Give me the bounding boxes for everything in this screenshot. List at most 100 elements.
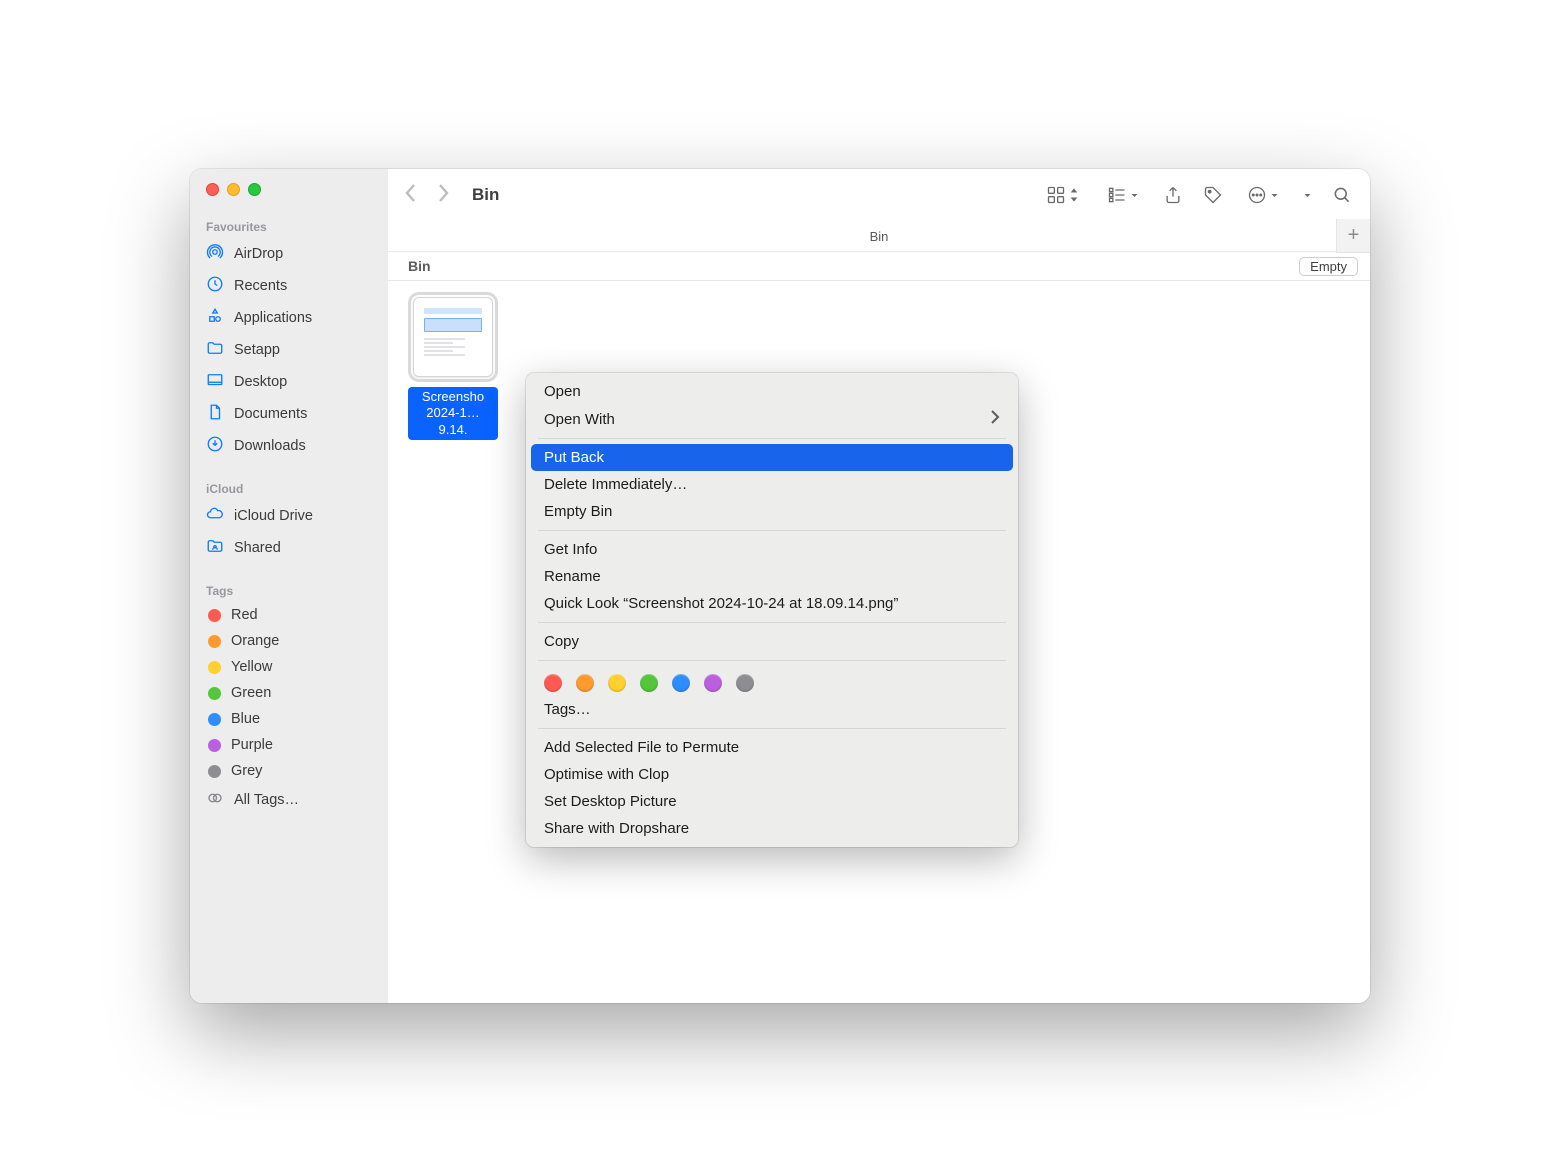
new-tab-button[interactable]: + — [1336, 219, 1370, 253]
sidebar-item-label: Blue — [231, 711, 260, 727]
menu-item-set-desktop-picture[interactable]: Set Desktop Picture — [526, 788, 1018, 815]
tag-option-red[interactable] — [544, 674, 562, 692]
sidebar-item-airdrop[interactable]: AirDrop — [190, 238, 388, 270]
sidebar-item-label: Green — [231, 685, 271, 701]
clock-icon — [206, 275, 224, 297]
favourites-section-label: Favourites — [190, 214, 388, 238]
menu-item-empty-bin[interactable]: Empty Bin — [526, 498, 1018, 525]
tags-button[interactable] — [1197, 181, 1229, 209]
sidebar-item-downloads[interactable]: Downloads — [190, 430, 388, 462]
download-icon — [206, 435, 224, 457]
list-header: Bin Empty — [388, 251, 1370, 281]
menu-separator — [538, 530, 1006, 531]
menu-item-optimise-clop[interactable]: Optimise with Clop — [526, 761, 1018, 788]
file-name: Screensho 2024-1…9.14. — [408, 387, 498, 440]
forward-button[interactable] — [436, 183, 450, 208]
all-tags-icon — [206, 789, 224, 811]
sidebar-item-label: Documents — [234, 406, 307, 422]
file-item[interactable]: Screensho 2024-1…9.14. — [408, 297, 498, 440]
dropdown-button[interactable] — [1297, 187, 1318, 204]
sidebar-item-label: Applications — [234, 310, 312, 326]
menu-item-add-to-permute[interactable]: Add Selected File to Permute — [526, 734, 1018, 761]
tag-dot-icon — [208, 765, 221, 778]
tag-dot-icon — [208, 713, 221, 726]
share-button[interactable] — [1157, 181, 1189, 209]
group-by-button[interactable] — [1097, 181, 1149, 209]
sidebar-item-documents[interactable]: Documents — [190, 398, 388, 430]
fullscreen-button[interactable] — [248, 183, 261, 196]
airdrop-icon — [206, 243, 224, 265]
sidebar-all-tags[interactable]: All Tags… — [190, 784, 388, 816]
sidebar-tag-green[interactable]: Green — [190, 680, 388, 706]
folder-icon — [206, 339, 224, 361]
chevron-right-icon — [990, 410, 1000, 428]
close-button[interactable] — [206, 183, 219, 196]
back-button[interactable] — [404, 183, 418, 208]
sidebar-tag-blue[interactable]: Blue — [190, 706, 388, 732]
search-button[interactable] — [1326, 181, 1358, 209]
view-mode-button[interactable] — [1036, 181, 1089, 209]
toolbar: Bin — [388, 169, 1370, 221]
cloud-icon — [206, 505, 224, 527]
finder-window: Favourites AirDrop Recents Applications … — [190, 169, 1370, 1003]
minimize-button[interactable] — [227, 183, 240, 196]
menu-item-copy[interactable]: Copy — [526, 628, 1018, 655]
sidebar-item-recents[interactable]: Recents — [190, 270, 388, 302]
tag-dot-icon — [208, 609, 221, 622]
sidebar-tag-red[interactable]: Red — [190, 602, 388, 628]
menu-item-share-dropshare[interactable]: Share with Dropshare — [526, 815, 1018, 842]
empty-bin-button[interactable]: Empty — [1299, 257, 1358, 276]
menu-item-open[interactable]: Open — [526, 378, 1018, 405]
menu-separator — [538, 438, 1006, 439]
menu-item-rename[interactable]: Rename — [526, 563, 1018, 590]
path-bar: Bin + — [388, 221, 1370, 251]
sidebar-item-label: Red — [231, 607, 258, 623]
sidebar-item-label: AirDrop — [234, 246, 283, 262]
sidebar: Favourites AirDrop Recents Applications … — [190, 169, 388, 1003]
sidebar-item-label: Grey — [231, 763, 262, 779]
sidebar-item-label: Yellow — [231, 659, 272, 675]
sidebar-item-label: Downloads — [234, 438, 306, 454]
sidebar-tag-grey[interactable]: Grey — [190, 758, 388, 784]
sidebar-item-label: All Tags… — [234, 792, 299, 808]
tag-option-blue[interactable] — [672, 674, 690, 692]
menu-tag-row — [526, 666, 1018, 696]
document-icon — [206, 403, 224, 425]
shared-folder-icon — [206, 537, 224, 559]
path-bar-location[interactable]: Bin — [870, 229, 889, 244]
tag-dot-icon — [208, 739, 221, 752]
menu-item-delete-immediately[interactable]: Delete Immediately… — [526, 471, 1018, 498]
sidebar-item-label: Purple — [231, 737, 273, 753]
tag-option-green[interactable] — [640, 674, 658, 692]
icloud-section-label: iCloud — [190, 476, 388, 500]
menu-item-quick-look[interactable]: Quick Look “Screenshot 2024-10-24 at 18.… — [526, 590, 1018, 617]
sidebar-item-desktop[interactable]: Desktop — [190, 366, 388, 398]
sidebar-tag-orange[interactable]: Orange — [190, 628, 388, 654]
tag-option-orange[interactable] — [576, 674, 594, 692]
sidebar-item-label: Shared — [234, 540, 281, 556]
actions-button[interactable] — [1237, 181, 1289, 209]
sidebar-item-label: iCloud Drive — [234, 508, 313, 524]
file-thumbnail — [413, 297, 493, 377]
tag-option-purple[interactable] — [704, 674, 722, 692]
tag-option-grey[interactable] — [736, 674, 754, 692]
menu-separator — [538, 622, 1006, 623]
applications-icon — [206, 307, 224, 329]
menu-item-open-with[interactable]: Open With — [526, 405, 1018, 433]
sidebar-tag-purple[interactable]: Purple — [190, 732, 388, 758]
menu-item-put-back[interactable]: Put Back — [531, 444, 1013, 471]
sidebar-item-applications[interactable]: Applications — [190, 302, 388, 334]
tags-section-label: Tags — [190, 578, 388, 602]
sidebar-item-shared[interactable]: Shared — [190, 532, 388, 564]
tag-option-yellow[interactable] — [608, 674, 626, 692]
sidebar-item-setapp[interactable]: Setapp — [190, 334, 388, 366]
location-label: Bin — [408, 258, 431, 274]
sidebar-tag-yellow[interactable]: Yellow — [190, 654, 388, 680]
menu-separator — [538, 728, 1006, 729]
menu-item-tags[interactable]: Tags… — [526, 696, 1018, 723]
menu-item-get-info[interactable]: Get Info — [526, 536, 1018, 563]
sidebar-item-label: Recents — [234, 278, 287, 294]
sidebar-item-icloud-drive[interactable]: iCloud Drive — [190, 500, 388, 532]
sidebar-item-label: Setapp — [234, 342, 280, 358]
tag-dot-icon — [208, 687, 221, 700]
